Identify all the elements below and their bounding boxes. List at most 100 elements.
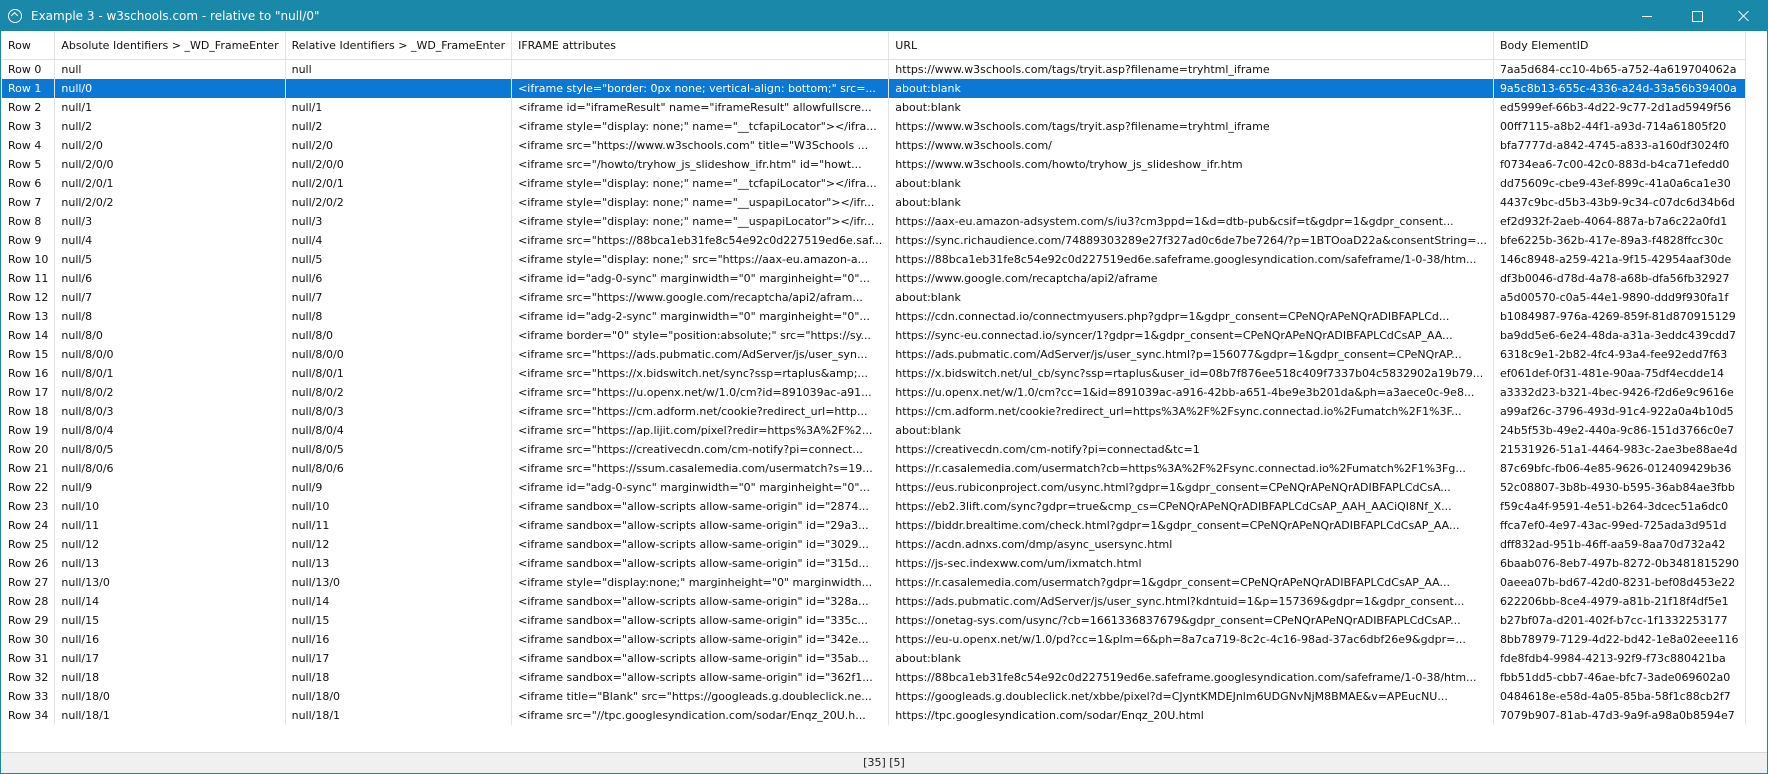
cell-url[interactable]: https://r.casalemedia.com/usermatch?cb=h… [888,459,1494,478]
cell-iframe-attributes[interactable] [511,59,890,79]
cell-relative-identifier[interactable]: null/2/0/2 [285,193,513,212]
table-row[interactable]: Row 4 null/2/0 null/2/0 <iframe src="https:… [2,136,1746,155]
cell-absolute-identifier[interactable]: null/2 [54,117,286,136]
cell-absolute-identifier[interactable]: null/14 [54,592,286,611]
cell-row-label[interactable]: Row 27 [2,573,56,592]
cell-absolute-identifier[interactable]: null/18/1 [54,706,286,725]
cell-iframe-attributes[interactable]: <iframe sandbox="allow-scripts allow-sam… [511,535,890,554]
cell-row-label[interactable]: Row 15 [2,345,56,364]
table-row[interactable]: Row 0 null null https://www.w3schools.com/t… [2,59,1746,79]
cell-relative-identifier[interactable]: null/8/0/2 [285,383,513,402]
cell-row-label[interactable]: Row 14 [2,326,56,345]
cell-iframe-attributes[interactable]: <iframe style="display: none;" name="__t… [511,174,890,193]
table-row[interactable]: Row 11 null/6 null/6 <iframe id="adg-0-sync… [2,269,1746,288]
cell-absolute-identifier[interactable]: null/8/0/2 [54,383,286,402]
cell-body-elementid[interactable]: bfa7777d-a842-4745-a833-a160df3024f0 [1493,136,1746,155]
cell-row-label[interactable]: Row 23 [2,497,56,516]
column-header-iframe-attributes[interactable]: IFRAME attributes [511,32,890,60]
cell-url[interactable]: https://ads.pubmatic.com/AdServer/js/use… [888,592,1494,611]
cell-row-label[interactable]: Row 31 [2,649,56,668]
cell-body-elementid[interactable]: bfe6225b-362b-417e-89a3-f4828ffcc30c [1493,231,1746,250]
cell-body-elementid[interactable]: 4437c9bc-d5b3-43b9-9c34-c07dc6d34b6d [1493,193,1746,212]
cell-relative-identifier[interactable]: null/2/0 [285,136,513,155]
cell-url[interactable]: about:blank [888,174,1494,193]
cell-iframe-attributes[interactable]: <iframe sandbox="allow-scripts allow-sam… [511,649,890,668]
table-row[interactable]: Row 22 null/9 null/9 <iframe id="adg-0-sync… [2,478,1746,497]
cell-url[interactable]: https://x.bidswitch.net/ul_cb/sync?ssp=r… [888,364,1494,383]
cell-iframe-attributes[interactable]: <iframe border="0" style="position:absol… [511,326,890,345]
cell-body-elementid[interactable]: 9a5c8b13-655c-4336-a24d-33a56b39400a [1493,79,1746,98]
close-button[interactable] [1721,1,1767,31]
cell-relative-identifier[interactable]: null/10 [285,497,513,516]
cell-absolute-identifier[interactable]: null/3 [54,212,286,231]
cell-row-label[interactable]: Row 24 [2,516,56,535]
cell-url[interactable]: https://js-sec.indexww.com/um/ixmatch.ht… [888,554,1494,573]
cell-url[interactable]: about:blank [888,193,1494,212]
cell-url[interactable]: https://cm.adform.net/cookie?redirect_ur… [888,402,1494,421]
cell-url[interactable]: https://www.google.com/recaptcha/api2/af… [888,269,1494,288]
cell-relative-identifier[interactable] [285,79,513,98]
cell-absolute-identifier[interactable]: null/2/0/1 [54,174,286,193]
cell-iframe-attributes[interactable]: <iframe style="display: none;" src="http… [511,250,890,269]
cell-body-elementid[interactable]: 0aeea07b-bd67-42d0-8231-bef08d453e22 [1493,573,1746,592]
results-grid[interactable]: Row Absolute Identifiers > _WD_FrameEnte… [2,32,1766,752]
cell-row-label[interactable]: Row 7 [2,193,56,212]
cell-row-label[interactable]: Row 12 [2,288,56,307]
cell-url[interactable]: https://googleads.g.doubleclick.net/xbbe… [888,687,1494,706]
table-row[interactable]: Row 1 null/0 <iframe style="border: 0px no… [2,79,1746,98]
cell-relative-identifier[interactable]: null/18 [285,668,513,687]
cell-iframe-attributes[interactable]: <iframe src="https://x.bidswitch.net/syn… [511,364,890,383]
cell-iframe-attributes[interactable]: <iframe title="Blank" src="https://googl… [511,687,890,706]
cell-relative-identifier[interactable]: null/17 [285,649,513,668]
cell-body-elementid[interactable]: 146c8948-a259-421a-9f15-42954aaf30de [1493,250,1746,269]
cell-url[interactable]: https://eb2.3lift.com/sync?gdpr=true&cmp… [888,497,1494,516]
cell-absolute-identifier[interactable]: null/13 [54,554,286,573]
cell-iframe-attributes[interactable]: <iframe sandbox="allow-scripts allow-sam… [511,554,890,573]
cell-absolute-identifier[interactable]: null/18 [54,668,286,687]
cell-iframe-attributes[interactable]: <iframe src="https://ssum.casalemedia.co… [511,459,890,478]
cell-body-elementid[interactable]: ba9dd5e6-6e24-48da-a31a-3eddc439cdd7 [1493,326,1746,345]
cell-relative-identifier[interactable]: null/11 [285,516,513,535]
cell-absolute-identifier[interactable]: null/8/0/3 [54,402,286,421]
cell-relative-identifier[interactable]: null/8/0/0 [285,345,513,364]
cell-absolute-identifier[interactable]: null/10 [54,497,286,516]
table-row[interactable]: Row 29 null/15 null/15 <iframe sandbox="all… [2,611,1746,630]
cell-relative-identifier[interactable]: null/8/0 [285,326,513,345]
cell-iframe-attributes[interactable]: <iframe style="display: none;" name="__u… [511,212,890,231]
cell-absolute-identifier[interactable]: null/5 [54,250,286,269]
cell-relative-identifier[interactable]: null/15 [285,611,513,630]
table-row[interactable]: Row 33 null/18/0 null/18/0 <iframe title="B… [2,687,1746,706]
table-row[interactable]: Row 24 null/11 null/11 <iframe sandbox="all… [2,516,1746,535]
cell-relative-identifier[interactable]: null/8/0/6 [285,459,513,478]
column-header-url[interactable]: URL [888,32,1494,60]
cell-relative-identifier[interactable]: null/16 [285,630,513,649]
cell-absolute-identifier[interactable]: null/8/0 [54,326,286,345]
column-header-row[interactable]: Row [2,32,56,60]
cell-body-elementid[interactable]: a3332d23-b321-4bec-9426-f2d6e9c9616e [1493,383,1746,402]
table-row[interactable]: Row 13 null/8 null/8 <iframe id="adg-2-sync… [2,307,1746,326]
cell-row-label[interactable]: Row 32 [2,668,56,687]
cell-body-elementid[interactable]: b1084987-976a-4269-859f-81d870915129 [1493,307,1746,326]
cell-row-label[interactable]: Row 21 [2,459,56,478]
cell-absolute-identifier[interactable]: null [54,59,286,79]
cell-relative-identifier[interactable]: null/18/0 [285,687,513,706]
cell-row-label[interactable]: Row 8 [2,212,56,231]
cell-row-label[interactable]: Row 10 [2,250,56,269]
cell-iframe-attributes[interactable]: <iframe style="display:none;" marginheig… [511,573,890,592]
cell-url[interactable]: https://onetag-sys.com/usync/?cb=1661336… [888,611,1494,630]
table-row[interactable]: Row 32 null/18 null/18 <iframe sandbox="all… [2,668,1746,687]
cell-row-label[interactable]: Row 22 [2,478,56,497]
cell-absolute-identifier[interactable]: null/16 [54,630,286,649]
cell-iframe-attributes[interactable]: <iframe src="//tpc.googlesyndication.com… [511,706,890,725]
cell-iframe-attributes[interactable]: <iframe id="adg-0-sync" marginwidth="0" … [511,478,890,497]
cell-relative-identifier[interactable]: null/8/0/3 [285,402,513,421]
table-row[interactable]: Row 20 null/8/0/5 null/8/0/5 <iframe src="h… [2,440,1746,459]
cell-absolute-identifier[interactable]: null/2/0/2 [54,193,286,212]
cell-url[interactable]: https://www.w3schools.com/ [888,136,1494,155]
cell-iframe-attributes[interactable]: <iframe id="iframeResult" name="iframeRe… [511,98,890,117]
cell-absolute-identifier[interactable]: null/2/0 [54,136,286,155]
cell-body-elementid[interactable]: 21531926-51a1-4464-983c-2ae3be88ae4d [1493,440,1746,459]
cell-absolute-identifier[interactable]: null/1 [54,98,286,117]
cell-body-elementid[interactable]: dff832ad-951b-46ff-aa59-8aa70d732a42 [1493,535,1746,554]
cell-row-label[interactable]: Row 34 [2,706,56,725]
